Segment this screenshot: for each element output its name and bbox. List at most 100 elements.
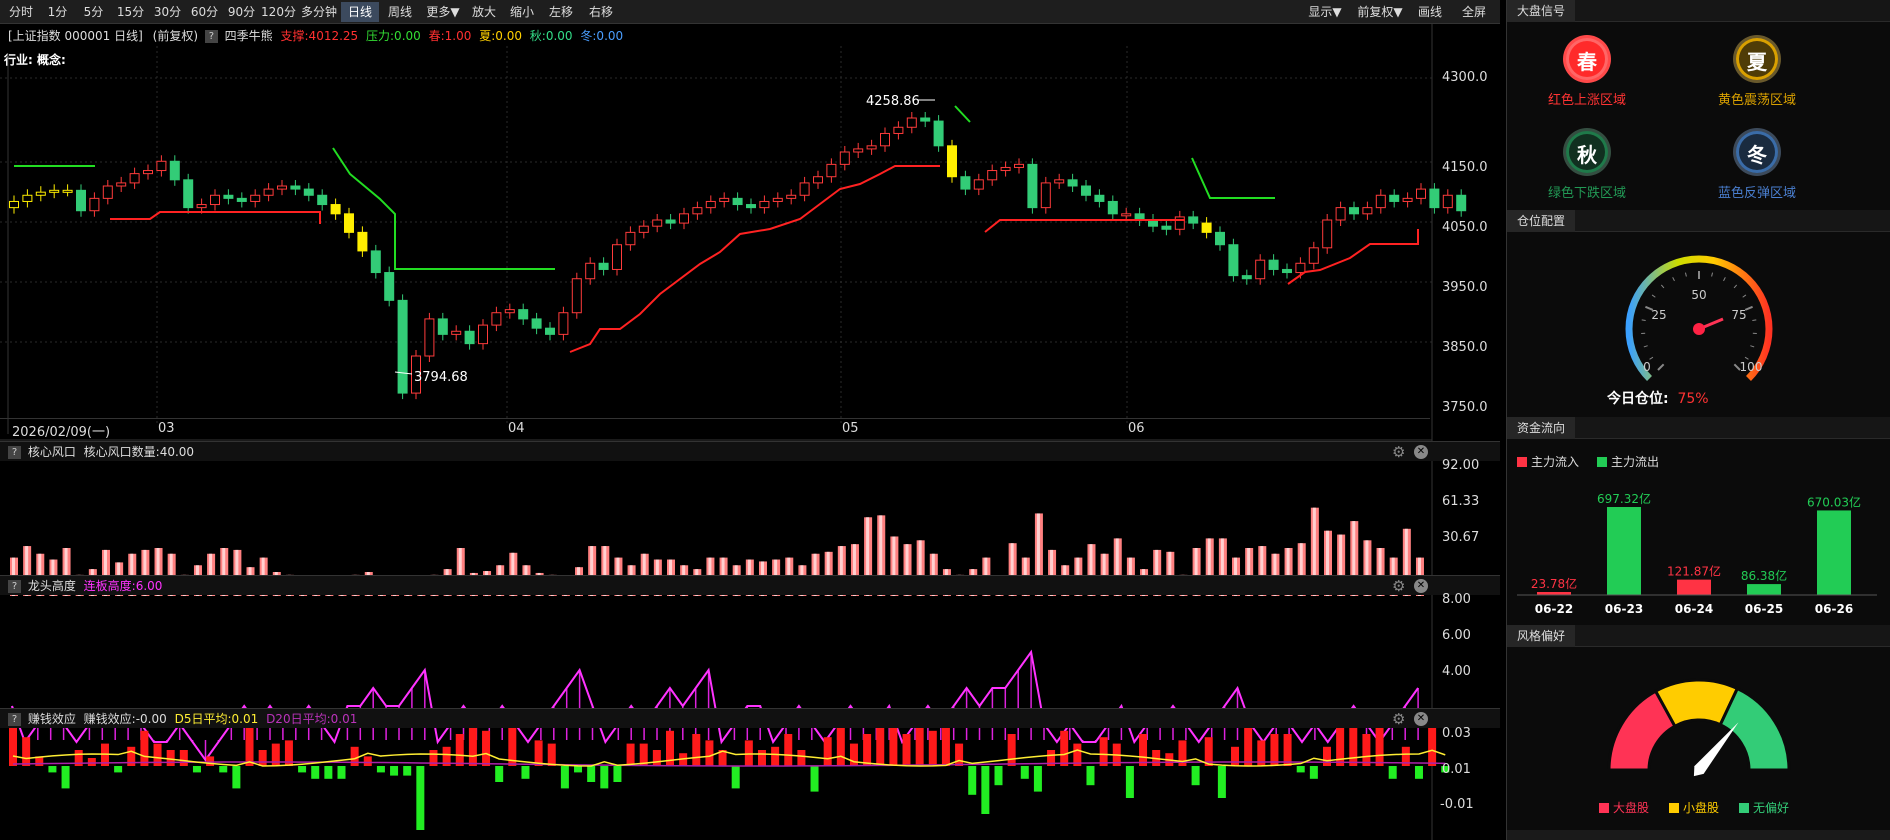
panel3-help-icon[interactable]: ?: [8, 713, 21, 726]
toolbar-btn-11[interactable]: 更多▼: [421, 2, 465, 22]
p3-bar: [731, 766, 740, 789]
candle-body: [1094, 194, 1105, 202]
toolbar-btn-2[interactable]: 5分: [75, 2, 112, 22]
candle-body: [920, 117, 931, 122]
gauge-hub: [1693, 323, 1705, 335]
p3-bar: [574, 766, 583, 773]
position-title: 仓位配置: [1507, 210, 1576, 232]
price-tick-3: 3950.0: [1442, 280, 1488, 295]
season-label-3: 蓝色反弹区域: [1717, 186, 1796, 201]
candle-body: [705, 200, 716, 209]
month-05: 05: [842, 421, 859, 436]
p3-bar: [1414, 766, 1423, 779]
candle-body: [853, 148, 864, 153]
gauge-tick: [1657, 363, 1665, 371]
flow-bar-4: [1817, 510, 1851, 595]
toolbar-right-3[interactable]: 全屏: [1452, 2, 1496, 22]
toolbar-btn-7[interactable]: 120分: [260, 2, 297, 22]
month-06: 06: [1128, 421, 1145, 436]
p3-bar: [495, 766, 504, 782]
panel3-close-icon[interactable]: ✕: [1414, 712, 1428, 726]
toolbar-btn-15[interactable]: 右移: [581, 2, 621, 22]
candle-body: [1322, 219, 1333, 249]
panel3-gear-icon[interactable]: ⚙: [1392, 709, 1405, 729]
candle-body: [35, 191, 46, 196]
panel1-value: 核心风口数量:40.00: [83, 445, 195, 459]
candle-body: [880, 132, 890, 147]
panel2-header: ? 龙头高度 连板高度:6.00 ⚙ ✕: [0, 575, 1500, 595]
candle-body: [518, 309, 529, 320]
toolbar-btn-12[interactable]: 放大: [465, 2, 503, 22]
p3-bar: [968, 766, 977, 795]
candle-body: [143, 170, 153, 175]
p3-bar: [981, 766, 990, 814]
panel3-header: ? 赚钱效应 赚钱效应:-0.00 D5日平均:0.01 D20日平均:0.01…: [0, 708, 1500, 728]
candle-body: [1416, 188, 1426, 199]
toolbar-right-1[interactable]: 前复权▼: [1352, 2, 1408, 22]
toolbar-btn-13[interactable]: 缩小: [503, 2, 541, 22]
panel3-value: 赚钱效应:-0.00: [83, 712, 167, 726]
gauge-tick: [1711, 272, 1714, 277]
p3-bar: [298, 766, 307, 773]
season-1: 夏黄色震荡区域: [1692, 35, 1822, 108]
toolbar-btn-4[interactable]: 30分: [149, 2, 186, 22]
style-needle: [1693, 722, 1739, 777]
p3-bar: [390, 766, 399, 776]
panel1-help-icon[interactable]: ?: [8, 446, 21, 459]
date-axis: 2026/02/09(一) 03 04 05 06: [0, 418, 1430, 440]
style-gauge: [1607, 678, 1791, 777]
signal-title: 大盘信号: [1507, 0, 1576, 22]
p3-bar: [521, 766, 530, 779]
candle-body: [169, 160, 180, 181]
gauge-tick: [1723, 277, 1726, 282]
candle-body: [893, 126, 904, 134]
p3-bar: [192, 766, 201, 773]
toolbar-right-0[interactable]: 显示▼: [1298, 2, 1352, 22]
candle-body: [1000, 166, 1011, 172]
toolbar-btn-0[interactable]: 分时: [2, 2, 40, 22]
toolbar-right-2[interactable]: 画线: [1408, 2, 1452, 22]
toolbar-btn-5[interactable]: 60分: [186, 2, 223, 22]
p3-bar: [810, 766, 819, 792]
toolbar-btn-8[interactable]: 多分钟: [297, 2, 341, 22]
p3-bar: [1033, 766, 1042, 792]
candle-body: [598, 262, 609, 270]
flow-value-1: 697.32亿: [1597, 491, 1651, 506]
candle-body: [531, 318, 542, 329]
toolbar-btn-3[interactable]: 15分: [112, 2, 149, 22]
candle-body: [866, 145, 877, 150]
p3-bar: [1270, 734, 1279, 766]
price-tick-0: 4300.0: [1442, 70, 1488, 85]
toolbar-btn-10[interactable]: 周线: [379, 2, 421, 22]
candle-body: [973, 179, 984, 190]
candle-body: [585, 262, 596, 280]
p3-bar: [1125, 766, 1134, 798]
p3-bar: [823, 737, 832, 766]
toolbar-btn-1[interactable]: 1分: [40, 2, 75, 22]
candle-body: [1362, 207, 1373, 215]
season-0: 春红色上涨区域: [1522, 35, 1652, 108]
p3-bar: [179, 750, 188, 766]
panel2-gear-icon[interactable]: ⚙: [1392, 576, 1405, 596]
toolbar-btn-14[interactable]: 左移: [541, 2, 581, 22]
p3-bar: [534, 740, 543, 766]
candle-body: [491, 312, 502, 326]
p1-tick-0: 92.00: [1442, 458, 1480, 473]
p3-bar: [626, 743, 635, 766]
toolbar-btn-6[interactable]: 90分: [223, 2, 260, 22]
panel2-help-icon[interactable]: ?: [8, 580, 21, 593]
candle-body: [277, 185, 287, 190]
gauge-label-0: 0: [1643, 360, 1651, 374]
panel1-gear-icon[interactable]: ⚙: [1392, 442, 1405, 462]
candle-body: [906, 117, 917, 128]
style-title: 风格偏好: [1507, 625, 1576, 647]
panel2-close-icon[interactable]: ✕: [1414, 579, 1428, 593]
p3-bar: [48, 766, 57, 773]
p3-bar: [1428, 724, 1437, 766]
p3-bar: [1060, 730, 1069, 766]
toolbar-btn-9[interactable]: 日线: [341, 2, 379, 22]
sidebar-tab-strip[interactable]: [1507, 830, 1890, 840]
candle-body: [679, 213, 689, 224]
flow-value-4: 670.03亿: [1807, 494, 1861, 509]
panel1-close-icon[interactable]: ✕: [1414, 445, 1428, 459]
